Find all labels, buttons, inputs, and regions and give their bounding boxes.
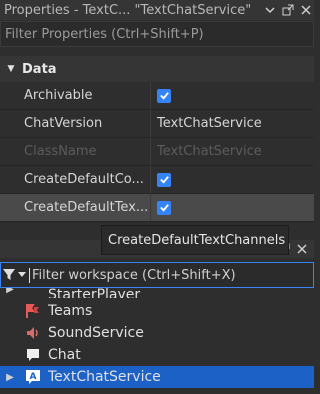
property-value: TextChatService (157, 144, 262, 159)
dropdown-icon[interactable] (262, 2, 278, 18)
create-default-text-channels-checkbox[interactable] (157, 200, 171, 215)
svg-text:A: A (30, 372, 37, 382)
property-name: CreateDefaultTex... (0, 194, 151, 221)
filter-properties-input[interactable]: Filter Properties (Ctrl+Shift+P) (0, 21, 314, 47)
property-name: Archivable (0, 82, 151, 109)
archivable-checkbox[interactable] (157, 88, 171, 103)
property-tooltip: CreateDefaultTextChannels (101, 225, 289, 255)
property-row-createdefaulttextchannels[interactable]: CreateDefaultTex... (0, 194, 314, 222)
close-icon[interactable] (294, 241, 310, 257)
text-chat-service-icon: A (24, 368, 42, 386)
explorer-tree: ▶ StarterPlayer Teams SoundService Chat … (0, 288, 314, 388)
create-default-commands-checkbox[interactable] (157, 172, 171, 187)
tree-item-label: StarterPlayer (48, 288, 141, 298)
filter-workspace-input[interactable]: Filter workspace (Ctrl+Shift+X) (0, 262, 314, 288)
tree-item-soundservice[interactable]: SoundService (0, 322, 314, 344)
expand-arrow-icon[interactable]: ▶ (0, 372, 20, 383)
property-row-archivable[interactable]: Archivable (0, 82, 314, 110)
tree-item-label: SoundService (48, 325, 144, 341)
property-name: ChatVersion (0, 110, 151, 137)
section-data[interactable]: ▼ Data (0, 56, 314, 82)
tree-item-label: TextChatService (48, 369, 161, 385)
property-grid: ▼ Data Archivable ChatVersion TextChatSe… (0, 56, 314, 222)
tree-item-starterplayer[interactable]: ▶ StarterPlayer (0, 288, 314, 298)
property-value[interactable]: TextChatService (151, 110, 314, 137)
filter-icon[interactable] (3, 269, 29, 281)
tree-item-chat[interactable]: Chat (0, 344, 314, 366)
starter-player-icon (24, 288, 42, 298)
filter-properties-placeholder: Filter Properties (Ctrl+Shift+P) (5, 26, 204, 42)
property-row-classname: ClassName TextChatService (0, 138, 314, 166)
tree-item-label: Teams (48, 303, 93, 319)
property-name: ClassName (0, 138, 151, 165)
tree-item-textchatservice[interactable]: ▶ A TextChatService (0, 366, 314, 388)
property-name: CreateDefaultCo... (0, 166, 151, 193)
collapse-caret-icon[interactable]: ▼ (0, 64, 22, 74)
section-label: Data (22, 61, 57, 77)
chat-icon (24, 346, 42, 364)
properties-title-bar: Properties - TextC... "TextChatService" (0, 0, 314, 20)
tree-item-label: Chat (48, 347, 81, 363)
property-row-createdefaultcommands[interactable]: CreateDefaultCo... (0, 166, 314, 194)
undock-icon[interactable] (280, 2, 296, 18)
filter-workspace-placeholder: Filter workspace (Ctrl+Shift+X) (29, 267, 236, 283)
properties-title: Properties - TextC... "TextChatService" (4, 2, 252, 18)
expand-arrow-icon[interactable]: ▶ (0, 288, 20, 298)
teams-icon (24, 302, 42, 320)
property-row-chatversion[interactable]: ChatVersion TextChatService (0, 110, 314, 138)
close-icon[interactable] (298, 2, 314, 18)
sound-service-icon (24, 324, 42, 342)
tree-item-teams[interactable]: Teams (0, 300, 314, 322)
